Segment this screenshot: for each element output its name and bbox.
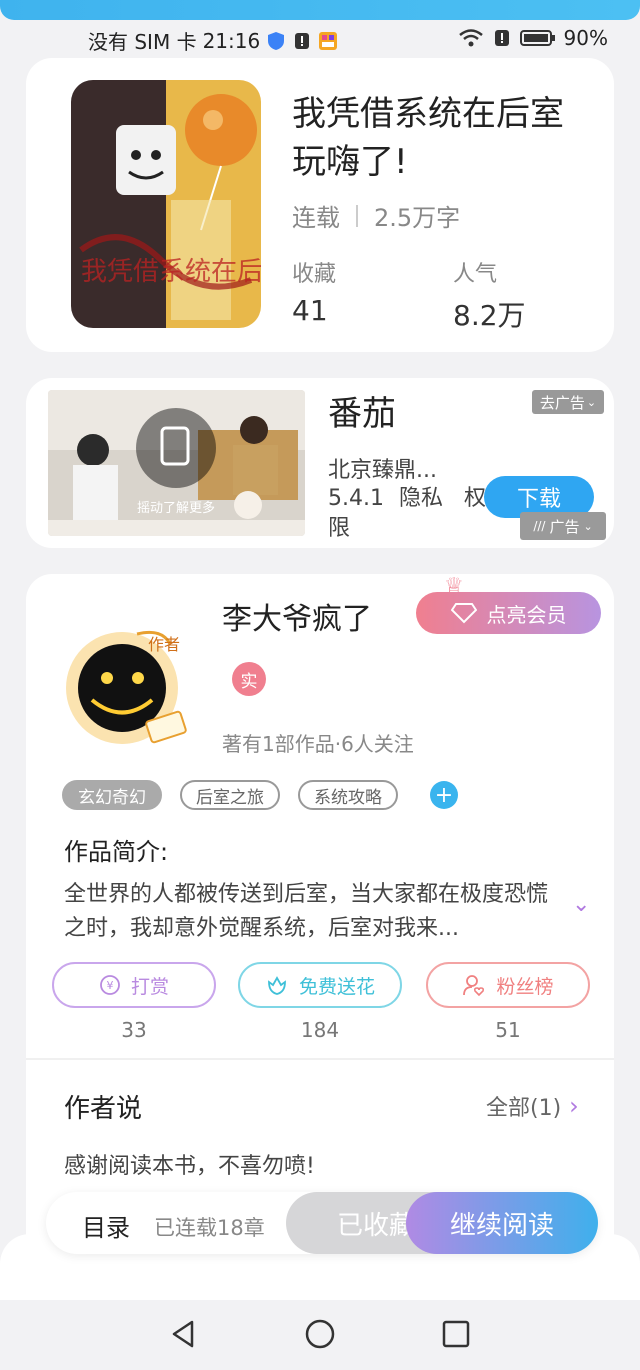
author-card: 作者 李大爷疯了 ♕ 点亮会员 实 著有1部作品·6人关注 玄幻奇幻 后室之旅 … (26, 574, 614, 1274)
tag-item[interactable]: 后室之旅 (180, 780, 280, 810)
avatar-tag-text: 作者 (148, 635, 180, 654)
battery-icon (519, 30, 555, 46)
tag-list: 玄幻奇幻 后室之旅 系统攻略 + (62, 780, 458, 810)
expand-chevron-icon[interactable]: ⌄ (572, 892, 590, 917)
book-info-card: 我凭借系统在后室玩嗨了 我凭借系统在后室玩嗨了! 连载 2.5万字 收藏 41 … (26, 58, 614, 352)
book-status-row: 连载 2.5万字 (292, 198, 460, 233)
popularity-label: 人气 (453, 262, 498, 287)
ad-card[interactable]: 摇动了解更多 番茄 北京臻鼎... 5.4.1 隐私 权限 去广告 ⌄ 下载 /… (26, 378, 614, 548)
diamond-icon (450, 603, 477, 624)
chevron-right-icon: › (569, 1092, 579, 1120)
ad-scene-image: 摇动了解更多 (48, 390, 305, 536)
continue-reading-button[interactable]: 继续阅读 (406, 1192, 598, 1254)
divider (356, 204, 358, 227)
flower-count: 184 (300, 1018, 340, 1042)
author-name: 李大爷疯了 (222, 602, 372, 637)
shield-icon (268, 31, 285, 50)
book-cover-art: 我凭借系统在后室玩嗨了 (71, 80, 261, 328)
flower-icon (268, 976, 286, 995)
alert-icon (295, 32, 310, 49)
home-icon[interactable] (304, 1318, 336, 1350)
fan-count: 51 (495, 1018, 521, 1042)
author-works-info: 著有1部作品·6人关注 (222, 732, 414, 756)
collect-label: 收藏 (292, 262, 337, 287)
author-message: 感谢阅读本书，不喜勿喷! (64, 1154, 315, 1179)
book-title: 我凭借系统在后室玩嗨了! (292, 94, 564, 182)
ad-privacy-link[interactable]: 隐私 (399, 486, 443, 511)
add-tag-icon[interactable]: + (430, 781, 458, 809)
shake-hint-text: 摇动了解更多 (137, 500, 215, 516)
remove-ad-button[interactable]: 去广告 ⌄ (532, 390, 604, 414)
chapter-status: 已连载18章 (154, 1216, 265, 1240)
fan-ranking-label: 粉丝榜 (496, 975, 554, 998)
ad-app-name: 番茄 (328, 394, 396, 434)
ad-mark-icon: /// (533, 519, 546, 533)
verified-badge: 实 (232, 662, 266, 696)
author-says-title: 作者说 (64, 1094, 143, 1124)
view-all-link[interactable]: 全部(1) › (486, 1090, 579, 1122)
app-notification-icon (319, 31, 338, 50)
popularity-value: 8.2万 (453, 299, 526, 332)
recents-icon[interactable] (440, 1318, 472, 1350)
tag-genre[interactable]: 玄幻奇幻 (62, 780, 162, 810)
yen-coin-icon: ¥ (100, 975, 120, 995)
author-avatar-image: 作者 (66, 630, 187, 744)
tip-button[interactable]: ¥ 打赏 (52, 962, 216, 1008)
status-bar: 没有 SIM 卡 21:16 90% (0, 22, 640, 56)
ad-label-tag[interactable]: /// 广告 ⌄ (520, 512, 606, 540)
vip-button[interactable]: 点亮会员 (416, 592, 601, 634)
ad-meta: 5.4.1 隐私 权限 (328, 484, 488, 544)
serial-status: 连载 (292, 204, 340, 232)
toc-button[interactable]: 目录 (82, 1208, 130, 1243)
collect-value: 41 (292, 294, 328, 327)
top-banner-strip (0, 0, 640, 20)
book-cover[interactable]: 我凭借系统在后室玩嗨了 (71, 80, 261, 328)
wifi-icon (458, 29, 483, 47)
tag-item[interactable]: 系统攻略 (298, 780, 398, 810)
avatar[interactable]: 作者 (52, 620, 202, 750)
back-icon[interactable] (168, 1318, 200, 1350)
carrier-text: 没有 SIM 卡 (88, 30, 197, 54)
intro-text[interactable]: 全世界的人都被传送到后室，当大家都在极度恐慌之时，我却意外觉醒系统，后室对我来.… (64, 878, 554, 946)
remove-ad-label: 去广告 (539, 393, 585, 412)
view-all-label: 全部(1) (486, 1096, 562, 1121)
ad-video-thumbnail[interactable]: 摇动了解更多 (48, 390, 305, 536)
clock: 21:16 (202, 28, 261, 53)
cover-title-text: 我凭借系统在后室玩嗨了 (81, 257, 261, 287)
intro-title: 作品简介: (64, 838, 169, 866)
ad-company: 北京臻鼎... (328, 458, 437, 483)
battery-level: 90% (563, 26, 608, 50)
send-flower-label: 免费送花 (298, 975, 375, 998)
divider (26, 1058, 614, 1060)
ad-version: 5.4.1 (328, 486, 384, 511)
chevron-down-icon: ⌄ (586, 395, 597, 409)
tip-label: 打赏 (130, 975, 169, 998)
send-flower-button[interactable]: 免费送花 (238, 962, 402, 1008)
fan-ranking-button[interactable]: 粉丝榜 (426, 962, 590, 1008)
bottom-action-bar: 目录 已连载18章 已收藏 继续阅读 (46, 1192, 598, 1254)
chevron-down-icon: ⌄ (583, 519, 593, 533)
system-nav-bar (0, 1300, 640, 1370)
tip-count: 33 (121, 1018, 147, 1042)
vip-button-label: 点亮会员 (486, 602, 567, 627)
ad-label: 广告 (549, 517, 580, 536)
svg-text:¥: ¥ (106, 979, 113, 992)
word-count: 2.5万字 (374, 204, 461, 232)
user-heart-icon (463, 975, 485, 997)
alert-icon (494, 30, 509, 46)
